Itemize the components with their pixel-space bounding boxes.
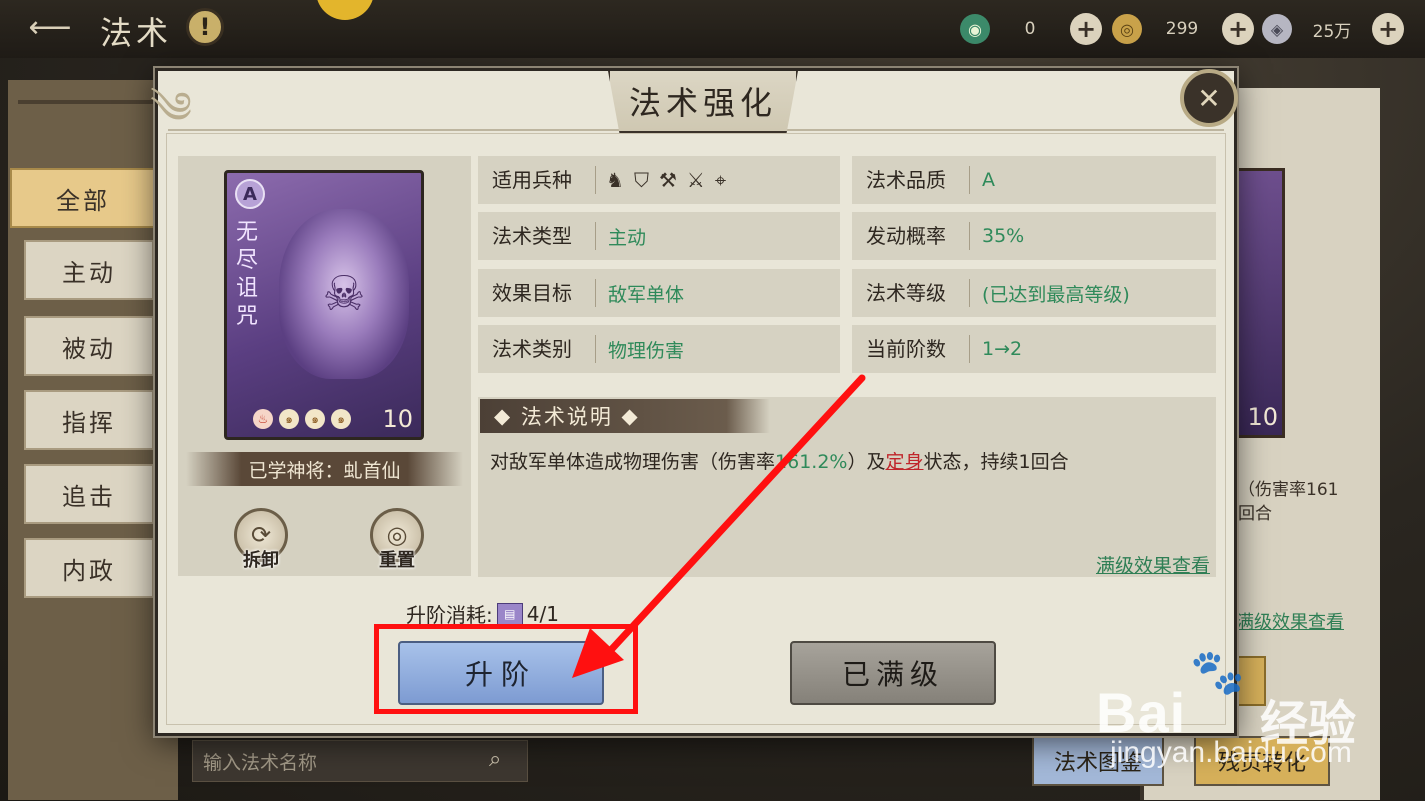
- type-value: 主动: [608, 226, 647, 249]
- target-icon: ⌖: [714, 168, 727, 192]
- modal-title: 法术强化: [608, 71, 798, 133]
- flame-star-icon: ♨: [253, 409, 273, 429]
- sidebar-item-pursuit[interactable]: 追击: [24, 464, 154, 524]
- info-row-quality: 法术品质 A: [852, 156, 1216, 204]
- type-label: 法术类型: [478, 222, 596, 250]
- add-silver-button[interactable]: +: [1372, 13, 1404, 45]
- skill-upgrade-modal: ༄ 法术强化 ✕ A 无尽诅咒 ☠ ♨ ๑ ๑ ๑ 10 已学神将：虬首仙 ⟳ …: [150, 68, 1238, 736]
- exclamation-icon[interactable]: !: [186, 8, 224, 46]
- target-label: 效果目标: [478, 279, 596, 307]
- info-row-target: 效果目标 敌军单体: [478, 269, 840, 317]
- info-row-type: 法术类型 主动: [478, 212, 840, 260]
- add-jade-button[interactable]: +: [1070, 13, 1102, 45]
- bow-icon: ⚒: [658, 168, 677, 192]
- level-label: 法术等级: [852, 279, 970, 307]
- back-arrow-icon[interactable]: ⟵: [22, 10, 78, 45]
- cavalry-icon: ♞: [606, 168, 624, 192]
- learned-by-banner: 已学神将：虬首仙: [186, 452, 463, 486]
- target-value: 敌军单体: [608, 283, 685, 306]
- search-placeholder: 输入法术名称: [203, 751, 318, 774]
- jade-icon: ◉: [960, 14, 990, 44]
- description-title: ◆ 法术说明 ◆: [480, 399, 770, 433]
- background-desc-line-2: 回合: [1238, 504, 1272, 524]
- full-effect-link[interactable]: 满级效果查看: [1096, 551, 1210, 578]
- max-level-button[interactable]: 已满级: [790, 641, 996, 705]
- sidebar-item-active[interactable]: 主动: [24, 240, 154, 300]
- background-skill-card: 10: [1230, 168, 1285, 438]
- swirl-star-icon: ๑: [331, 409, 351, 429]
- gold-coin-decoration-icon: [316, 0, 374, 20]
- highlight-box: [374, 624, 638, 714]
- sidebar: 全部 主动 被动 指挥 追击 内政: [8, 80, 178, 800]
- troops-label: 适用兵种: [478, 166, 596, 194]
- cost-value: 4/1: [526, 601, 559, 626]
- info-row-troops: 适用兵种 ♞ ⛉ ⚒ ⚔ ⌖: [478, 156, 840, 204]
- cloud-swirl-icon: ༄: [150, 83, 193, 134]
- background-description: （伤害率161 回合: [1238, 478, 1358, 526]
- immobilize-keyword[interactable]: 定身: [885, 451, 923, 473]
- category-label: 法术类别: [478, 335, 596, 363]
- troop-icons: ♞ ⛉ ⚒ ⚔ ⌖: [596, 168, 726, 192]
- paw-logo-icon: 🐾: [1190, 648, 1245, 697]
- description-title-text: 法术说明: [520, 405, 613, 429]
- baidu-watermark: 🐾 Bai 经验 jingyan.baidu.com: [1090, 640, 1390, 780]
- gold-count: 299: [1165, 19, 1199, 39]
- swirl-star-icon: ๑: [279, 409, 299, 429]
- reset-label[interactable]: 重置: [362, 546, 432, 572]
- chance-label: 发动概率: [852, 222, 970, 250]
- star-row: ♨ ๑ ๑ ๑: [253, 409, 351, 429]
- damage-rate-value: 161.2%: [775, 451, 848, 473]
- search-icon[interactable]: ⌕: [489, 747, 519, 777]
- sidebar-item-command[interactable]: 指挥: [24, 390, 154, 450]
- skill-card: A 无尽诅咒 ☠ ♨ ๑ ๑ ๑ 10: [224, 170, 424, 440]
- close-icon[interactable]: ✕: [1180, 69, 1238, 127]
- page-title: 法术: [100, 14, 173, 52]
- chance-value: 35%: [982, 225, 1025, 247]
- description-part-b: ）及: [847, 451, 886, 473]
- spear-icon: ⚔: [686, 168, 705, 192]
- resource-gold: ◎ 299 +: [1112, 12, 1254, 46]
- info-row-category: 法术类别 物理伤害: [478, 325, 840, 373]
- sidebar-item-internal[interactable]: 内政: [24, 538, 154, 598]
- grade-badge: A: [235, 179, 265, 209]
- swirl-star-icon: ๑: [305, 409, 325, 429]
- jade-count: 0: [1024, 19, 1036, 39]
- stage-value: 1→2: [982, 338, 1023, 360]
- info-row-chance: 发动概率 35%: [852, 212, 1216, 260]
- add-gold-button[interactable]: +: [1222, 13, 1254, 45]
- silver-icon: ◈: [1262, 14, 1292, 44]
- background-full-effect-link[interactable]: 满级效果查看: [1236, 608, 1344, 634]
- background-card-level: 10: [1247, 403, 1278, 431]
- quality-label: 法术品质: [852, 166, 970, 194]
- gold-coin-icon: ◎: [1112, 14, 1142, 44]
- description-part-a: 对敌军单体造成物理伤害（伤害率: [490, 451, 776, 473]
- skill-page-icon: ▤: [496, 602, 523, 625]
- card-level: 10: [382, 405, 413, 433]
- resource-silver: ◈ 25万 +: [1262, 12, 1404, 46]
- silver-count: 25万: [1312, 21, 1352, 42]
- sidebar-item-passive[interactable]: 被动: [24, 316, 154, 376]
- search-input[interactable]: 输入法术名称 ⌕: [192, 740, 528, 782]
- watermark-url: jingyan.baidu.com: [1110, 736, 1352, 769]
- background-desc-line-1: （伤害率161: [1238, 480, 1339, 500]
- skill-card-panel: A 无尽诅咒 ☠ ♨ ๑ ๑ ๑ 10 已学神将：虬首仙 ⟳ 拆卸 ◎ 重置: [178, 156, 471, 576]
- dismantle-label[interactable]: 拆卸: [226, 546, 296, 572]
- info-row-level: 法术等级 (已达到最高等级): [852, 269, 1216, 317]
- info-row-stage: 当前阶数 1→2: [852, 325, 1216, 373]
- skill-name-vertical: 无尽诅咒: [235, 220, 258, 329]
- stage-label: 当前阶数: [852, 335, 970, 363]
- category-value: 物理伤害: [608, 339, 685, 362]
- quality-value: A: [982, 169, 995, 191]
- level-value: (已达到最高等级): [982, 283, 1130, 306]
- skill-description-panel: ◆ 法术说明 ◆ 对敌军单体造成物理伤害（伤害率161.2%）及定身状态，持续1…: [478, 397, 1216, 577]
- shield-icon: ⛉: [633, 168, 649, 192]
- description-text: 对敌军单体造成物理伤害（伤害率161.2%）及定身状态，持续1回合: [490, 447, 1069, 474]
- top-bar: ⟵ 法术 ! ◉ 0 + ◎ 299 + ◈ 25万 +: [0, 0, 1425, 58]
- description-part-c: 状态，持续1回合: [923, 451, 1069, 473]
- resource-jade: ◉ 0 +: [960, 12, 1102, 46]
- demon-mask-art-icon: ☠: [279, 209, 409, 379]
- sidebar-item-all[interactable]: 全部: [10, 168, 156, 228]
